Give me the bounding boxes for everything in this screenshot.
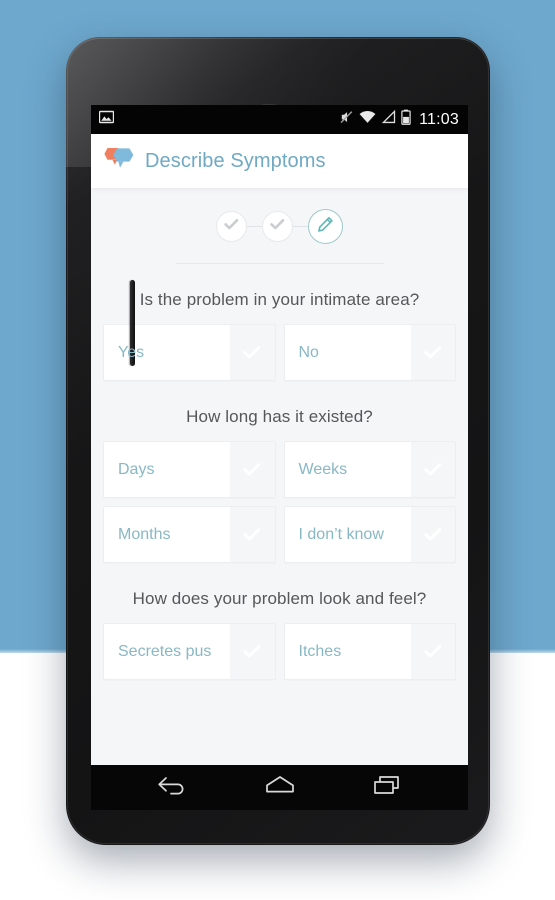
check-icon: [270, 218, 285, 236]
status-bar-left: [98, 110, 115, 129]
option-label: Yes: [118, 343, 145, 361]
pencil-icon: [317, 216, 334, 238]
back-button[interactable]: [150, 773, 196, 803]
option-check-area[interactable]: [410, 624, 455, 679]
status-bar-right: 11:03: [339, 109, 459, 130]
cell-signal-icon: [381, 109, 396, 129]
option-label: No: [298, 343, 319, 361]
option-label: I don’t know: [298, 525, 384, 543]
app-title: Describe Symptoms: [145, 149, 326, 172]
option-grid: Days Weeks Months I don’t know: [91, 441, 468, 563]
option-secretes-pus[interactable]: Secretes pus: [103, 623, 276, 680]
question-block-1: Is the problem in your intimate area? Ye…: [91, 290, 468, 381]
image-icon: [98, 110, 115, 129]
option-check-area[interactable]: [410, 442, 455, 497]
question-block-3: How does your problem look and feel? Sec…: [91, 589, 468, 680]
option-months[interactable]: Months: [103, 506, 276, 563]
back-arrow-icon: [157, 775, 189, 801]
option-check-area[interactable]: [230, 325, 275, 380]
option-label: Secretes pus: [118, 642, 212, 660]
question-title: How long has it existed?: [186, 407, 373, 426]
option-check-area[interactable]: [410, 507, 455, 562]
android-navigation-bar: [91, 765, 468, 810]
stepper-divider: [175, 263, 384, 264]
wifi-icon: [359, 110, 376, 129]
status-bar: 11:03: [91, 105, 468, 134]
recent-apps-icon: [372, 774, 402, 801]
stepper-step-3[interactable]: [308, 209, 343, 244]
option-check-area[interactable]: [230, 442, 275, 497]
option-days[interactable]: Days: [103, 441, 276, 498]
option-itches[interactable]: Itches: [283, 623, 456, 680]
mute-icon: [339, 110, 354, 130]
option-check-area[interactable]: [230, 507, 275, 562]
question-block-2: How long has it existed? Days Weeks Mont…: [91, 407, 468, 563]
phone-device: 11:03 Describe Symptoms Is the problem i…: [66, 37, 490, 845]
stepper-connector-1: [247, 226, 262, 227]
option-label: Days: [118, 460, 155, 478]
option-label: Weeks: [298, 460, 348, 478]
question-title: Is the problem in your intimate area?: [139, 290, 420, 309]
speech-bubbles-logo: [104, 146, 135, 176]
option-i-dont-know[interactable]: I don’t know: [283, 506, 456, 563]
phone-screen: 11:03 Describe Symptoms Is the problem i…: [91, 105, 468, 765]
battery-icon: [401, 109, 411, 130]
option-grid: Secretes pus Itches: [91, 623, 468, 680]
stepper-connector-2: [293, 226, 308, 227]
home-icon: [264, 774, 296, 801]
check-icon: [224, 218, 239, 236]
option-weeks[interactable]: Weeks: [283, 441, 456, 498]
app-bar: Describe Symptoms: [91, 134, 468, 188]
option-yes[interactable]: Yes: [103, 324, 276, 381]
stepper-step-2[interactable]: [262, 211, 293, 242]
status-bar-clock: 11:03: [419, 110, 459, 128]
option-check-area[interactable]: [230, 624, 275, 679]
recents-button[interactable]: [364, 773, 410, 803]
option-label: Itches: [298, 642, 342, 660]
stepper-step-1[interactable]: [216, 211, 247, 242]
option-grid: Yes No: [91, 324, 468, 381]
home-button[interactable]: [257, 773, 303, 803]
content-scroll-area[interactable]: Is the problem in your intimate area? Ye…: [91, 188, 468, 765]
option-no[interactable]: No: [283, 324, 456, 381]
progress-stepper: [91, 188, 468, 244]
question-title: How does your problem look and feel?: [132, 589, 427, 608]
option-check-area[interactable]: [410, 325, 455, 380]
option-label: Months: [118, 525, 171, 543]
